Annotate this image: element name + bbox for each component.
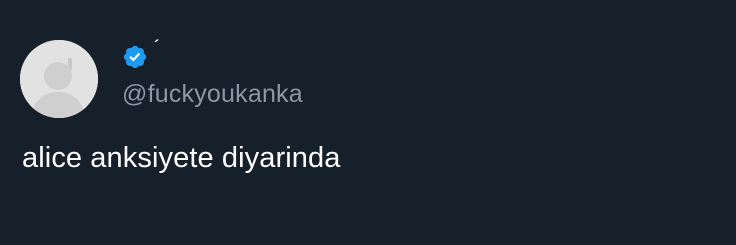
verified-badge-icon	[123, 45, 147, 69]
tweet-card: ´ @fuckyoukanka alice anksiyete diyarind…	[0, 0, 736, 245]
author-display-name[interactable]: ´	[154, 38, 159, 56]
avatar[interactable]	[20, 40, 98, 118]
author-name-row: ´	[122, 38, 159, 72]
tweet-text: alice anksiyete diyarinda	[22, 142, 341, 174]
default-avatar-icon	[20, 40, 98, 118]
author-handle[interactable]: @fuckyoukanka	[122, 80, 303, 109]
